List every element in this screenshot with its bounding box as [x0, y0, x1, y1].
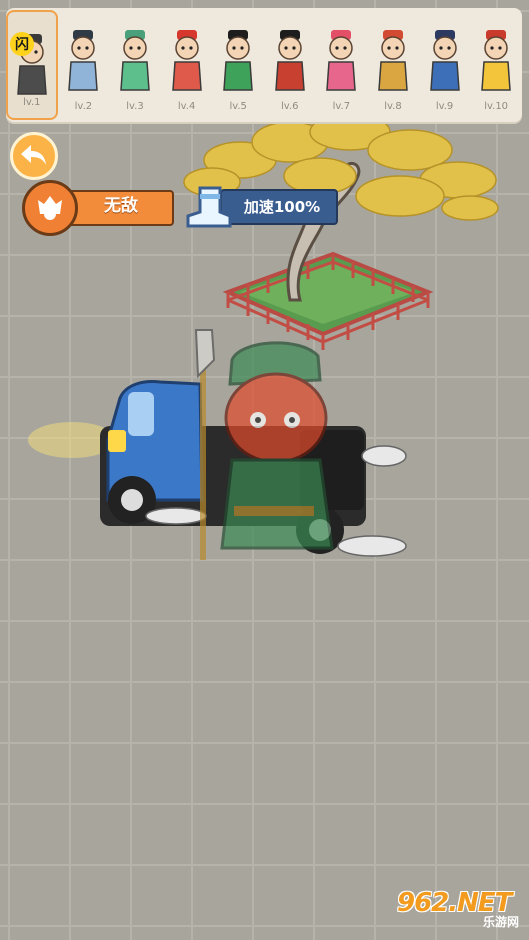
- level-label: lv.8: [384, 101, 402, 112]
- level-label: lv.9: [435, 101, 454, 112]
- level-label: lv.4: [177, 101, 196, 112]
- tree-planter: [222, 251, 434, 350]
- character-avatar-icon: [378, 30, 408, 91]
- character-slot[interactable]: lv.5: [212, 8, 264, 122]
- game-scene: [28, 91, 499, 560]
- speed-label: 加速100%: [243, 198, 321, 216]
- watermark-sub: 乐游网: [482, 915, 519, 929]
- character-avatar-icon: [120, 30, 150, 91]
- level-label: lv.1: [23, 97, 41, 108]
- character-avatar-icon: [223, 30, 253, 91]
- character-avatar-icon: [326, 30, 357, 91]
- shield-medal-icon: [22, 180, 78, 236]
- speed-boost-button[interactable]: 加速100%: [186, 186, 338, 228]
- level-label: lv.3: [126, 101, 144, 112]
- back-arrow-icon: [21, 145, 46, 165]
- back-button[interactable]: [10, 132, 58, 180]
- character-slot[interactable]: lv.2: [58, 8, 110, 122]
- character-slot[interactable]: lv.3: [109, 8, 161, 122]
- character-avatar-icon: [171, 30, 202, 91]
- character-slot[interactable]: lv.9: [419, 8, 471, 122]
- character-slot[interactable]: lv.8: [367, 8, 419, 122]
- level-label: lv.5: [229, 101, 247, 112]
- level-label: lv.10: [484, 101, 509, 112]
- blue-car: [28, 380, 407, 557]
- character-level-bar: lv.1 闪 lv.2 lv.3 lv.4 lv.5 lv.6 lv.7 lv.8 lv.9 lv.…: [6, 8, 522, 122]
- character-slot[interactable]: lv.7: [316, 8, 368, 122]
- boot-icon: [186, 186, 232, 228]
- level-label: lv.2: [74, 101, 93, 112]
- level-label: lv.7: [332, 101, 351, 112]
- character-slot[interactable]: lv.10: [470, 8, 522, 122]
- character-avatar-icon: [429, 30, 460, 91]
- character-slot[interactable]: lv.6: [264, 8, 316, 122]
- flash-badge: 闪: [10, 32, 34, 56]
- character-slot[interactable]: lv.4: [161, 8, 213, 122]
- character-slot[interactable]: lv.1 闪: [6, 10, 58, 120]
- invincible-skill-button[interactable]: 无敌: [22, 180, 176, 238]
- character-avatar-icon: [481, 30, 511, 91]
- invincible-label: 无敌: [104, 196, 138, 216]
- level-label: lv.6: [281, 101, 299, 112]
- site-watermark: 962.NET 乐游网: [391, 888, 523, 932]
- character-avatar-icon: [274, 30, 305, 91]
- character-avatar-icon: [68, 30, 99, 91]
